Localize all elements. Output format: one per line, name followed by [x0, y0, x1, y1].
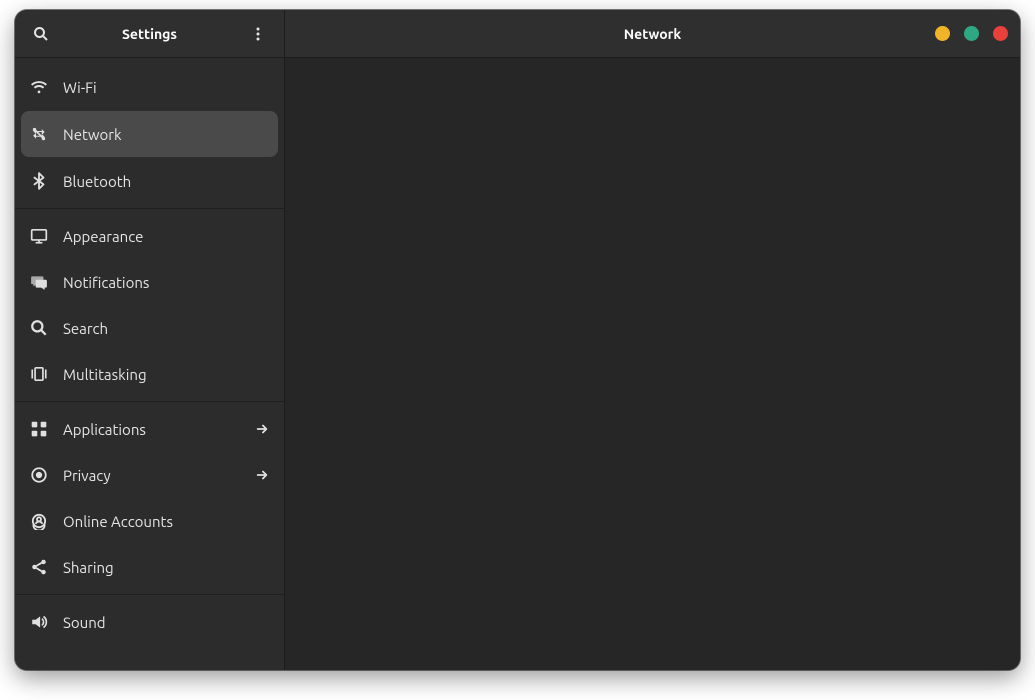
- minimize-button[interactable]: [935, 26, 950, 41]
- wifi-icon: [29, 77, 49, 97]
- applications-icon: [29, 419, 49, 439]
- chevron-right-icon: [254, 421, 270, 437]
- sidebar-item-label: Bluetooth: [63, 173, 270, 190]
- sidebar-item-multitasking[interactable]: Multitasking: [15, 351, 284, 397]
- search-icon: [29, 318, 49, 338]
- close-button[interactable]: [993, 26, 1008, 41]
- sound-icon: [29, 612, 49, 632]
- sidebar: Wi-Fi Network Bluetooth Appearance Notificat…: [15, 58, 285, 670]
- maximize-button[interactable]: [964, 26, 979, 41]
- sidebar-item-online-accounts[interactable]: Online Accounts: [15, 498, 284, 544]
- sharing-icon: [29, 557, 49, 577]
- sidebar-item-network[interactable]: Network: [21, 111, 278, 157]
- separator: [15, 594, 284, 595]
- sidebar-item-label: Privacy: [63, 467, 240, 484]
- sidebar-item-wi-fi[interactable]: Wi-Fi: [15, 64, 284, 110]
- appearance-icon: [29, 226, 49, 246]
- sidebar-item-applications[interactable]: Applications: [15, 406, 284, 452]
- sidebar-item-label: Network: [63, 126, 270, 143]
- sidebar-item-appearance[interactable]: Appearance: [15, 213, 284, 259]
- multitasking-icon: [29, 364, 49, 384]
- titlebar-sidebar-section: Settings: [15, 10, 285, 57]
- sidebar-item-privacy[interactable]: Privacy: [15, 452, 284, 498]
- sidebar-item-label: Online Accounts: [63, 513, 270, 530]
- page-title: Network: [624, 26, 682, 42]
- online-accounts-icon: [29, 511, 49, 531]
- sidebar-item-label: Sound: [63, 614, 270, 631]
- sidebar-item-label: Wi-Fi: [63, 79, 270, 96]
- menu-button[interactable]: [240, 16, 276, 52]
- search-icon: [33, 26, 49, 42]
- network-icon: [29, 124, 49, 144]
- settings-window: Settings Network Wi-FiNetworkBluet: [15, 10, 1020, 670]
- sidebar-item-search[interactable]: Search: [15, 305, 284, 351]
- bluetooth-icon: [29, 171, 49, 191]
- separator: [15, 208, 284, 209]
- sidebar-item-sharing[interactable]: Sharing: [15, 544, 284, 590]
- kebab-menu-icon: [250, 26, 266, 42]
- separator: [15, 401, 284, 402]
- sidebar-item-label: Appearance: [63, 228, 270, 245]
- sidebar-item-label: Sharing: [63, 559, 270, 576]
- sidebar-item-label: Applications: [63, 421, 240, 438]
- body: Wi-Fi Network Bluetooth Appearance Notificat…: [15, 58, 1020, 670]
- notifications-icon: [29, 272, 49, 292]
- sidebar-item-label: Multitasking: [63, 366, 270, 383]
- sidebar-title: Settings: [59, 26, 240, 42]
- window-controls: [935, 26, 1008, 41]
- search-button[interactable]: [23, 16, 59, 52]
- sidebar-item-notifications[interactable]: Notifications: [15, 259, 284, 305]
- sidebar-item-bluetooth[interactable]: Bluetooth: [15, 158, 284, 204]
- sidebar-item-sound[interactable]: Sound: [15, 599, 284, 645]
- titlebar: Settings Network: [15, 10, 1020, 58]
- privacy-icon: [29, 465, 49, 485]
- sidebar-item-label: Notifications: [63, 274, 270, 291]
- chevron-right-icon: [254, 467, 270, 483]
- titlebar-main-section: Network: [285, 10, 1020, 57]
- content-area: [285, 58, 1020, 670]
- sidebar-item-label: Search: [63, 320, 270, 337]
